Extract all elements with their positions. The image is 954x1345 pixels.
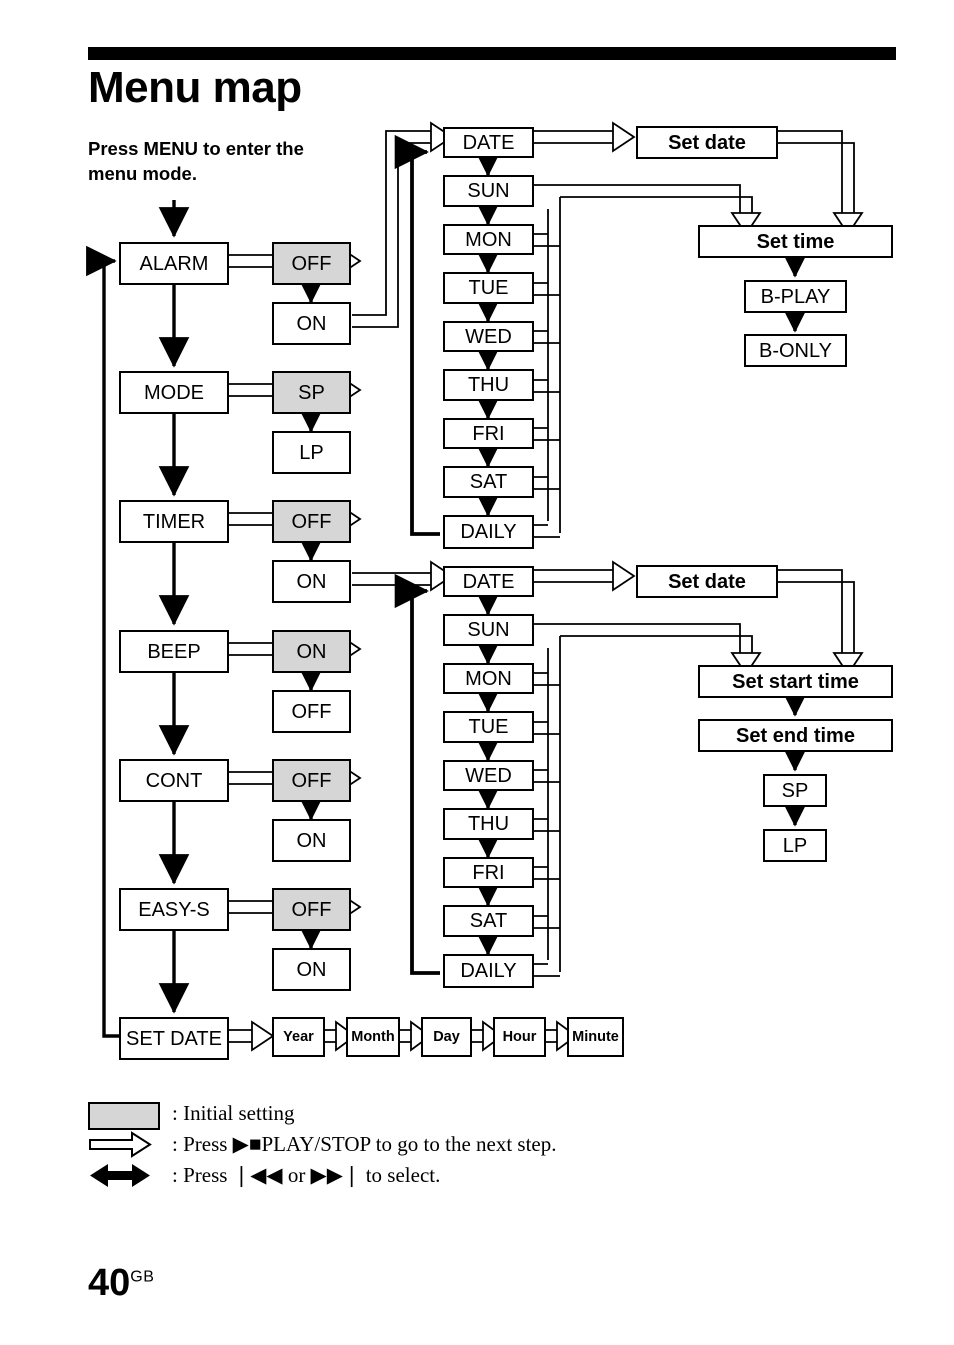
timer-option-lp[interactable]: LP xyxy=(763,829,827,862)
timer-option-sp[interactable]: SP xyxy=(763,774,827,807)
legend-text-initial-setting: : Initial setting xyxy=(172,1101,295,1125)
timer-set-start-time[interactable]: Set start time xyxy=(698,665,893,698)
menu-item-alarm[interactable]: ALARM xyxy=(119,242,229,285)
timer-day-daily[interactable]: DAILY xyxy=(443,954,534,988)
set-date-step-day[interactable]: Day xyxy=(421,1017,472,1057)
timer-day-wed[interactable]: WED xyxy=(443,760,534,791)
timer-day-sun[interactable]: SUN xyxy=(443,614,534,646)
timer-day-sat[interactable]: SAT xyxy=(443,905,534,937)
menu-item-cont[interactable]: CONT xyxy=(119,759,229,802)
option-timer-on[interactable]: ON xyxy=(272,560,351,603)
hollow-arrow-icon xyxy=(88,1129,164,1160)
set-date-step-month[interactable]: Month xyxy=(346,1017,400,1057)
alarm-day-tue[interactable]: TUE xyxy=(443,272,534,304)
option-timer-off[interactable]: OFF xyxy=(272,500,351,543)
menu-item-easy-s[interactable]: EASY-S xyxy=(119,888,229,931)
initial-setting-swatch-icon xyxy=(88,1102,160,1130)
timer-day-date[interactable]: DATE xyxy=(443,566,534,597)
legend-row-initial-setting: : Initial setting xyxy=(88,1098,788,1130)
timer-day-mon[interactable]: MON xyxy=(443,663,534,694)
alarm-day-date[interactable]: DATE xyxy=(443,127,534,158)
alarm-day-daily[interactable]: DAILY xyxy=(443,515,534,549)
legend-row-select: : Press ❘◀◀ or ▶▶❘ to select. xyxy=(88,1160,788,1191)
page-number-value: 40 xyxy=(88,1262,131,1304)
alarm-day-fri[interactable]: FRI xyxy=(443,418,534,449)
timer-set-date[interactable]: Set date xyxy=(636,565,778,598)
page-number-suffix: GB xyxy=(130,1268,155,1286)
alarm-day-sat[interactable]: SAT xyxy=(443,466,534,498)
option-cont-on[interactable]: ON xyxy=(272,819,351,862)
alarm-day-thu[interactable]: THU xyxy=(443,369,534,401)
timer-day-tue[interactable]: TUE xyxy=(443,711,534,743)
option-easys-on[interactable]: ON xyxy=(272,948,351,991)
option-beep-on[interactable]: ON xyxy=(272,630,351,673)
option-beep-off[interactable]: OFF xyxy=(272,690,351,733)
set-date-step-year[interactable]: Year xyxy=(272,1017,325,1057)
alarm-set-date[interactable]: Set date xyxy=(636,126,778,159)
alarm-day-sun[interactable]: SUN xyxy=(443,175,534,207)
alarm-day-wed[interactable]: WED xyxy=(443,321,534,352)
alarm-set-time[interactable]: Set time xyxy=(698,225,893,258)
option-alarm-off[interactable]: OFF xyxy=(272,242,351,285)
menu-map-page: Menu map Press MENU to enter the menu mo… xyxy=(0,0,954,1345)
option-alarm-on[interactable]: ON xyxy=(272,302,351,345)
option-mode-sp[interactable]: SP xyxy=(272,371,351,414)
menu-item-set-date[interactable]: SET DATE xyxy=(119,1017,229,1060)
menu-item-mode[interactable]: MODE xyxy=(119,371,229,414)
legend-text-select: : Press ❘◀◀ or ▶▶❘ to select. xyxy=(172,1163,441,1187)
set-date-step-hour[interactable]: Hour xyxy=(493,1017,546,1057)
menu-map-diagram: ALARM OFF ON MODE SP LP TIMER OFF ON BEE… xyxy=(0,0,954,1100)
legend-row-next-step: : Press ▶■PLAY/STOP to go to the next st… xyxy=(88,1129,788,1160)
timer-set-end-time[interactable]: Set end time xyxy=(698,719,893,752)
menu-item-timer[interactable]: TIMER xyxy=(119,500,229,543)
double-arrow-icon xyxy=(88,1160,164,1191)
legend: : Initial setting : Press ▶■PLAY/STOP to… xyxy=(88,1098,788,1191)
menu-item-beep[interactable]: BEEP xyxy=(119,630,229,673)
alarm-option-b-only[interactable]: B-ONLY xyxy=(744,334,847,367)
timer-day-fri[interactable]: FRI xyxy=(443,857,534,888)
alarm-day-mon[interactable]: MON xyxy=(443,224,534,255)
page-number: 40GB xyxy=(88,1262,154,1305)
alarm-option-b-play[interactable]: B-PLAY xyxy=(744,280,847,313)
option-easys-off[interactable]: OFF xyxy=(272,888,351,931)
legend-text-next-step: : Press ▶■PLAY/STOP to go to the next st… xyxy=(172,1132,557,1156)
option-mode-lp[interactable]: LP xyxy=(272,431,351,474)
set-date-step-minute[interactable]: Minute xyxy=(567,1017,624,1057)
option-cont-off[interactable]: OFF xyxy=(272,759,351,802)
timer-day-thu[interactable]: THU xyxy=(443,808,534,840)
